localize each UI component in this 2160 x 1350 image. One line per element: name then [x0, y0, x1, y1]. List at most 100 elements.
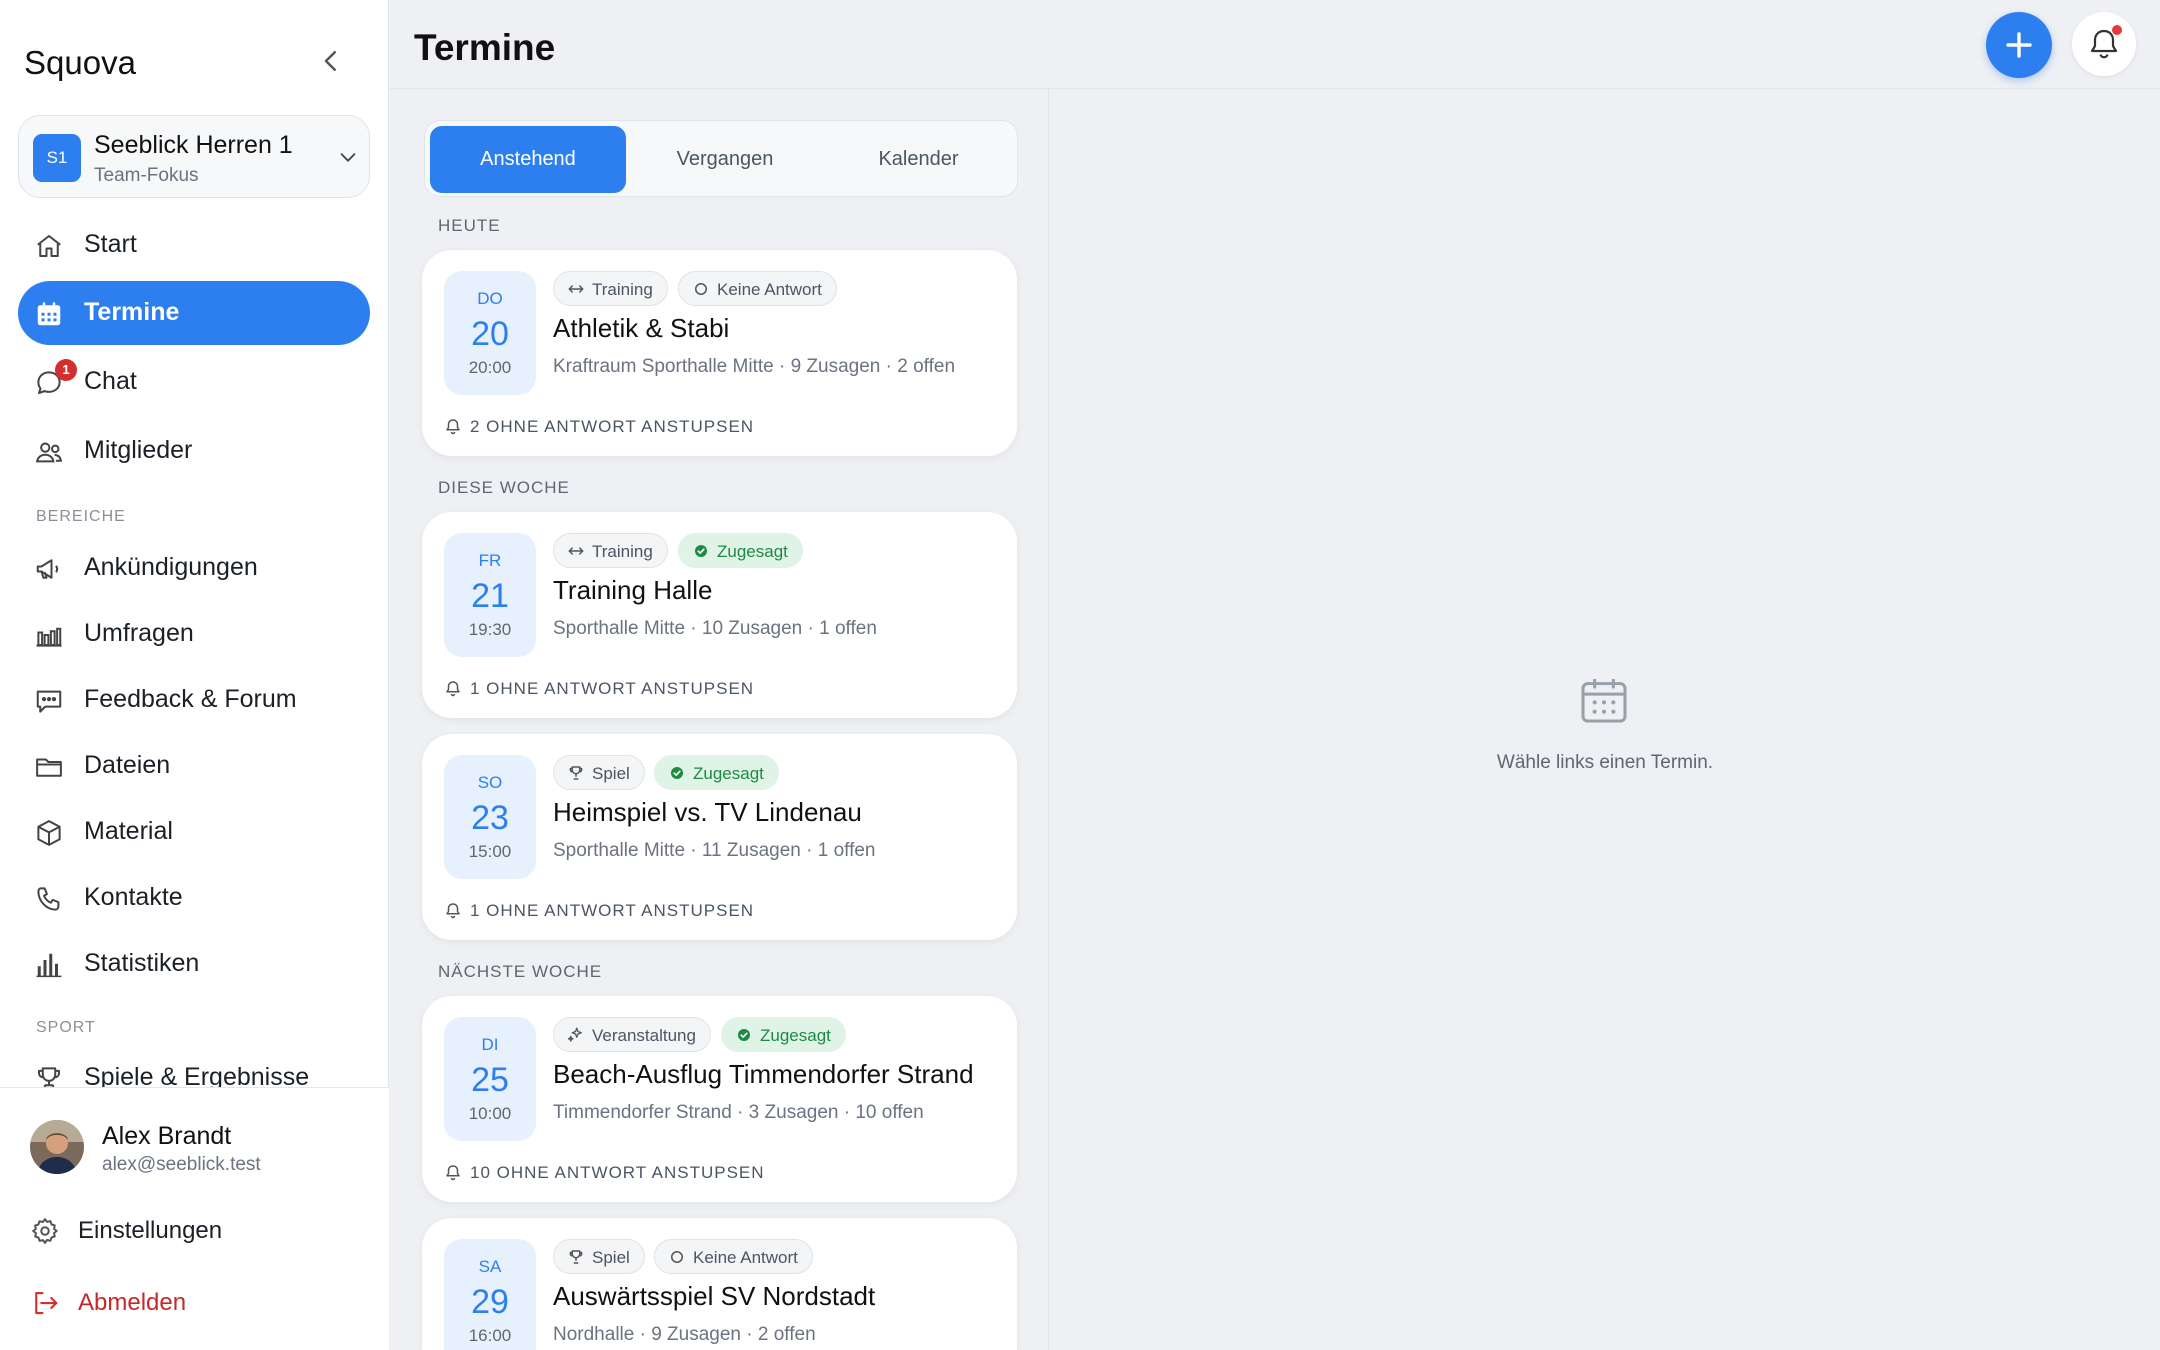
- notification-dot: [2112, 25, 2122, 35]
- page-title: Termine: [414, 27, 556, 68]
- circle-icon: [671, 1251, 683, 1263]
- event-title: Heimspiel vs. TV Lindenau: [553, 797, 862, 827]
- trophy-icon: [569, 766, 583, 780]
- gear-icon: [32, 1218, 58, 1244]
- nav-label: Start: [84, 230, 137, 258]
- event-card[interactable]: DO 20 20:00 Training Keine Antwort Athle…: [422, 250, 1017, 456]
- group-label-diese-woche: DIESE WOCHE: [438, 478, 570, 497]
- tab-anstehend[interactable]: Anstehend: [430, 126, 626, 193]
- nav-item-start[interactable]: Start: [18, 213, 370, 277]
- event-card[interactable]: SO 23 15:00 Spiel Zugesagt Heimspiel vs.…: [422, 734, 1017, 940]
- date-block: SA 29 16:00: [444, 1239, 536, 1350]
- event-title: Auswärtsspiel SV Nordstadt: [553, 1281, 876, 1311]
- group-label-heute: HEUTE: [438, 216, 501, 235]
- nav-item-dateien[interactable]: Dateien: [18, 734, 370, 798]
- team-avatar: S1: [33, 134, 81, 182]
- nav-item-statistiken[interactable]: Statistiken: [18, 932, 370, 996]
- event-type-chip: Spiel: [553, 755, 645, 790]
- view-tabs: Anstehend Vergangen Kalender: [424, 120, 1018, 197]
- users-icon: [35, 442, 63, 463]
- nav-label: Termine: [84, 298, 180, 326]
- event-weekday: FR: [478, 551, 502, 570]
- bar-chart-icon: [36, 627, 62, 647]
- logout-icon: [35, 1291, 58, 1315]
- chevron-left-icon: [324, 51, 336, 71]
- nav-item-termine[interactable]: Termine: [18, 281, 370, 345]
- event-time: 20:00: [468, 358, 512, 377]
- check-circle-icon: [695, 545, 707, 557]
- nav-item-spiele-ergebnisse[interactable]: Spiele & Ergebnisse: [18, 1046, 370, 1087]
- collapse-sidebar-button[interactable]: [316, 46, 346, 76]
- trophy-icon: [38, 1067, 60, 1087]
- avatar[interactable]: [30, 1120, 84, 1174]
- check-circle-icon: [738, 1029, 750, 1041]
- app-brand: Squova: [24, 44, 136, 81]
- date-block: DI 25 10:00: [444, 1017, 536, 1141]
- rsvp-status-chip[interactable]: Keine Antwort: [654, 1239, 813, 1274]
- event-day: 23: [471, 799, 509, 837]
- event-card[interactable]: SA 29 16:00 Spiel Keine Antwort Auswärts…: [422, 1218, 1017, 1350]
- event-weekday: DO: [477, 289, 503, 308]
- event-day: 20: [471, 315, 509, 353]
- nav-item-kontakte[interactable]: Kontakte: [18, 866, 370, 930]
- event-meta: Kraftraum Sporthalle Mitte · 9 Zusagen ·…: [553, 356, 956, 377]
- event-card[interactable]: FR 21 19:30 Training Zugesagt Training H…: [422, 512, 1017, 718]
- date-block: SO 23 15:00: [444, 755, 536, 879]
- home-icon: [37, 235, 61, 257]
- rsvp-status-chip[interactable]: Zugesagt: [678, 533, 803, 568]
- bell-icon: [446, 1165, 460, 1181]
- notifications-button[interactable]: [2072, 12, 2136, 76]
- sidebar-footer: Alex Brandt alex@seeblick.test Einstellu…: [0, 1087, 389, 1350]
- nav-item-mitglieder[interactable]: Mitglieder: [18, 419, 370, 483]
- rsvp-status-chip[interactable]: Keine Antwort: [678, 271, 837, 306]
- team-switcher[interactable]: S1 Seeblick Herren 1 Team-Fokus: [18, 115, 370, 198]
- chevron-down-icon: [340, 153, 356, 162]
- event-meta: Timmendorfer Strand · 3 Zusagen · 10 off…: [553, 1102, 924, 1123]
- nav-label: Feedback & Forum: [84, 685, 297, 713]
- nav-label: Statistiken: [84, 949, 200, 977]
- nav-item-chat[interactable]: 1 Chat: [18, 350, 370, 414]
- date-block: FR 21 19:30: [444, 533, 536, 657]
- nav-item-umfragen[interactable]: Umfragen: [18, 602, 370, 666]
- tab-kalender[interactable]: Kalender: [824, 126, 1013, 193]
- bell-icon: [2090, 29, 2118, 59]
- arrows-icon: [568, 547, 584, 555]
- event-title: Beach-Ausflug Timmendorfer Strand: [553, 1059, 974, 1089]
- nav-label: Dateien: [84, 751, 171, 779]
- event-type-chip: Training: [553, 271, 668, 306]
- team-name: Seeblick Herren 1: [94, 131, 293, 159]
- event-meta: Nordhalle · 9 Zusagen · 2 offen: [553, 1324, 816, 1345]
- arrows-icon: [568, 285, 584, 293]
- event-type-chip: Training: [553, 533, 668, 568]
- event-type-chip: Veranstaltung: [553, 1017, 711, 1052]
- header-divider: [390, 88, 2160, 89]
- rsvp-status-chip[interactable]: Zugesagt: [654, 755, 779, 790]
- calendar-icon: [37, 302, 61, 326]
- event-day: 29: [471, 1283, 509, 1321]
- nav-item-material[interactable]: Material: [18, 800, 370, 864]
- event-weekday: SO: [477, 773, 503, 792]
- add-event-button[interactable]: [1986, 12, 2052, 78]
- check-circle-icon: [671, 767, 683, 779]
- event-type-chip: Spiel: [553, 1239, 645, 1274]
- rsvp-status-chip[interactable]: Zugesagt: [721, 1017, 846, 1052]
- event-card[interactable]: DI 25 10:00 Veranstaltung Zugesagt Beach…: [422, 996, 1017, 1202]
- section-label-bereiche: BEREICHE: [36, 508, 126, 525]
- nav-item-feedback-forum[interactable]: Feedback & Forum: [18, 668, 370, 732]
- event-day: 21: [471, 577, 509, 615]
- tab-vergangen[interactable]: Vergangen: [626, 126, 824, 193]
- event-meta: Sporthalle Mitte · 10 Zusagen · 1 offen: [553, 618, 877, 639]
- megaphone-icon: [36, 559, 59, 579]
- settings-label: Einstellungen: [78, 1217, 223, 1244]
- team-subtitle: Team-Fokus: [94, 165, 199, 186]
- nav-item-ankuendigungen[interactable]: Ankündigungen: [18, 536, 370, 600]
- nav-label: Material: [84, 817, 173, 845]
- date-block: DO 20 20:00: [444, 271, 536, 395]
- sidebar: Squova S1 Seeblick Herren 1 Team-Fokus S…: [0, 0, 389, 1350]
- sparkle-icon: [567, 1027, 582, 1042]
- phone-icon: [37, 887, 60, 911]
- group-label-naechste-woche: NÄCHSTE WOCHE: [438, 962, 603, 981]
- bell-icon: [446, 419, 460, 435]
- pane-divider: [1048, 89, 1049, 1350]
- unread-badge: 1: [55, 359, 77, 381]
